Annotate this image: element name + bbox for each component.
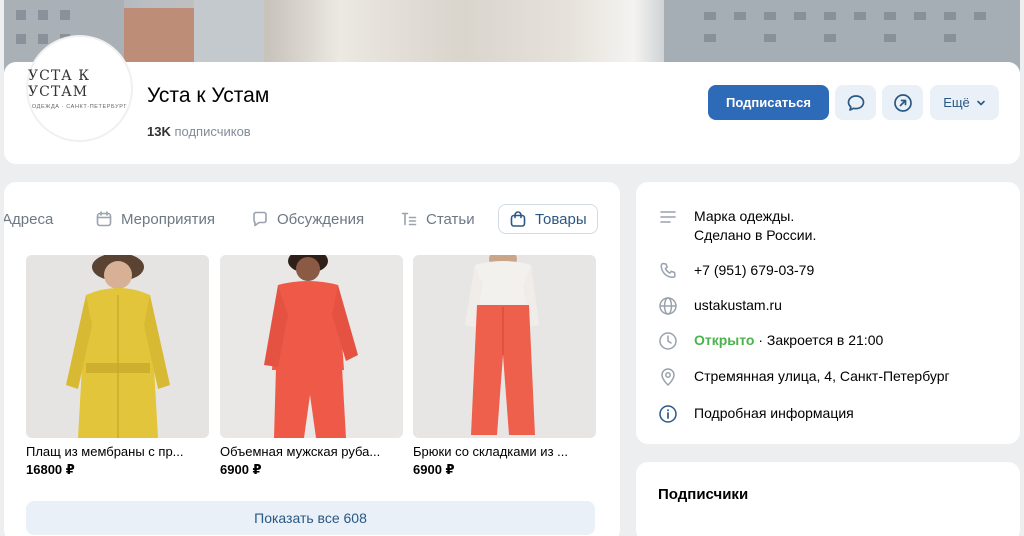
product-photo[interactable] — [220, 255, 403, 438]
show-all-products-button[interactable]: Показать все 608 — [26, 501, 595, 535]
subscribers-card: Подписчики — [636, 462, 1020, 536]
phone-number[interactable]: +7 (951) 679-03-79 — [694, 261, 814, 280]
chat-icon — [253, 211, 267, 227]
product-name[interactable]: Объемная мужская руба... — [220, 444, 403, 459]
tab-discussions[interactable]: Обсуждения — [251, 204, 364, 234]
phone-row[interactable]: +7 (951) 679-03-79 — [658, 261, 814, 281]
tab-products[interactable]: Товары — [498, 204, 598, 234]
share-button[interactable] — [882, 85, 923, 120]
address-row[interactable]: Стремянная улица, 4, Санкт-Петербург — [658, 367, 950, 387]
description-row: Марка одежды. Сделано в России. — [658, 207, 816, 245]
subscribers-label: подписчиков — [174, 124, 251, 139]
closing-time: · Закроется в 21:00 — [754, 332, 884, 348]
product-card[interactable]: Плащ из мембраны с пр... 16800 ₽ — [26, 255, 209, 478]
globe-icon — [658, 296, 678, 316]
product-price: 16800 ₽ — [26, 462, 75, 477]
article-icon — [401, 212, 417, 226]
tab-articles-label: Статьи — [426, 210, 475, 228]
product-name[interactable]: Брюки со складками из ... — [413, 444, 596, 459]
tab-addresses[interactable]: Адреса — [4, 204, 53, 234]
product-name[interactable]: Плащ из мембраны с пр... — [26, 444, 209, 459]
hours-row[interactable]: Открыто · Закроется в 21:00 — [658, 331, 883, 351]
tab-products-label: Товары — [535, 210, 587, 228]
location-pin-icon — [658, 367, 678, 387]
website-row[interactable]: ustakustam.ru — [658, 296, 782, 316]
description-line: Сделано в России. — [694, 227, 817, 243]
bag-icon — [510, 211, 526, 227]
info-icon — [658, 404, 678, 424]
group-avatar[interactable]: УСТА К УСТАМ ОДЕЖДА · САНКТ-ПЕТЕРБУРГ — [26, 35, 133, 142]
product-price: 6900 ₽ — [413, 462, 455, 477]
more-label: Ещё — [943, 95, 970, 110]
more-button[interactable]: Ещё — [930, 85, 999, 120]
tab-discussions-label: Обсуждения — [277, 210, 365, 228]
details-row[interactable]: Подробная информация — [658, 404, 854, 424]
tab-events[interactable]: Мероприятия — [95, 204, 215, 234]
subscribers-count[interactable]: 13K подписчиков — [147, 124, 251, 139]
product-price: 6900 ₽ — [220, 462, 262, 477]
tab-articles[interactable]: Статьи — [400, 204, 475, 234]
message-icon — [847, 94, 864, 111]
message-button[interactable] — [835, 85, 876, 120]
phone-icon — [658, 261, 678, 281]
info-card: Марка одежды. Сделано в России. +7 (951)… — [636, 182, 1020, 444]
calendar-icon — [96, 211, 112, 227]
avatar-logo-subtext: ОДЕЖДА · САНКТ-ПЕТЕРБУРГ — [31, 103, 128, 110]
details-link[interactable]: Подробная информация — [694, 404, 854, 423]
clock-icon — [658, 331, 678, 351]
subscribers-section-title[interactable]: Подписчики — [658, 486, 748, 503]
text-lines-icon — [658, 207, 678, 227]
content-card: Адреса Мероприятия Обсуждения Статьи Тов… — [4, 182, 620, 536]
subscribe-button[interactable]: Подписаться — [708, 85, 829, 120]
address-link[interactable]: Стремянная улица, 4, Санкт-Петербург — [694, 367, 950, 386]
description-line: Марка одежды. — [694, 208, 795, 224]
tab-addresses-label: Адреса — [4, 210, 54, 228]
subscribers-number: 13K — [147, 124, 171, 139]
product-photo[interactable] — [413, 255, 596, 438]
open-status: Открыто — [694, 332, 755, 348]
avatar-logo-text: УСТА К УСТАМ — [28, 67, 91, 100]
share-arrow-icon — [893, 93, 912, 112]
tab-events-label: Мероприятия — [121, 210, 216, 228]
product-photo[interactable] — [26, 255, 209, 438]
group-title: Уста к Устам — [147, 84, 270, 107]
product-card[interactable]: Брюки со складками из ... 6900 ₽ — [413, 255, 596, 478]
website-link[interactable]: ustakustam.ru — [694, 296, 782, 315]
group-header: УСТА К УСТАМ ОДЕЖДА · САНКТ-ПЕТЕРБУРГ Ус… — [4, 35, 1020, 164]
product-card[interactable]: Объемная мужская руба... 6900 ₽ — [220, 255, 403, 478]
section-tabs: Адреса Мероприятия Обсуждения Статьи Тов… — [4, 204, 620, 234]
chevron-down-icon — [976, 100, 985, 105]
